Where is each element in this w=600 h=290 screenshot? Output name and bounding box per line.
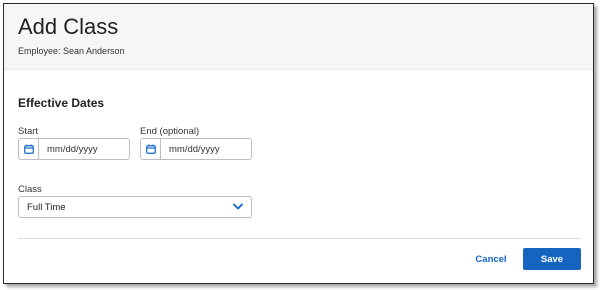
class-label: Class [18, 184, 42, 195]
class-select[interactable]: Full Time [18, 196, 252, 218]
start-date-label: Start [18, 126, 39, 137]
class-selected-value: Full Time [27, 201, 66, 213]
calendar-icon[interactable] [141, 139, 161, 159]
end-date-field[interactable] [140, 138, 252, 160]
calendar-icon[interactable] [19, 139, 39, 159]
save-button[interactable]: Save [523, 248, 581, 270]
employee-name: Employee: Sean Anderson [18, 46, 125, 56]
add-class-dialog: Add Class Employee: Sean Anderson Effect… [3, 3, 594, 284]
chevron-down-icon [233, 202, 243, 213]
cancel-button[interactable]: Cancel [466, 248, 516, 270]
end-date-label: End (optional) [140, 126, 200, 137]
start-date-input[interactable] [39, 142, 129, 156]
start-date-field[interactable] [18, 138, 130, 160]
dialog-title: Add Class [18, 14, 119, 39]
dialog-header: Add Class Employee: Sean Anderson [4, 4, 593, 70]
footer-divider [18, 238, 581, 239]
end-date-input[interactable] [161, 142, 251, 156]
effective-dates-heading: Effective Dates [18, 96, 105, 110]
